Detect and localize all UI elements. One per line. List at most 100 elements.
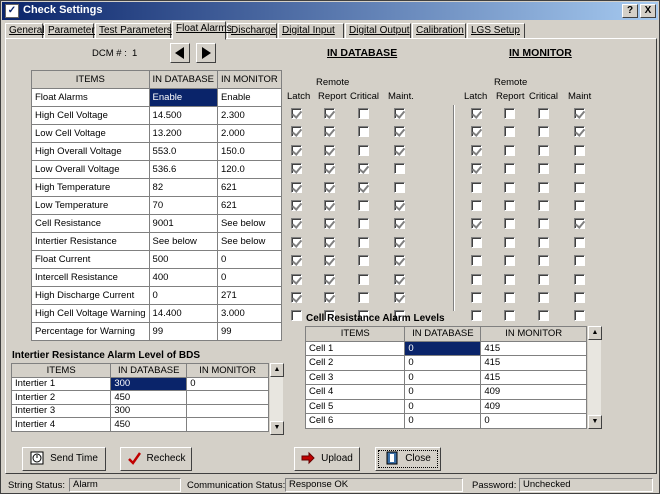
database-alarm-checkbox[interactable] xyxy=(394,292,405,303)
cell-value[interactable]: 0 xyxy=(404,355,482,371)
database-alarm-checkbox[interactable] xyxy=(358,108,369,119)
database-alarm-checkbox[interactable] xyxy=(394,163,405,174)
monitor-alarm-checkbox[interactable] xyxy=(471,145,482,156)
close-window-button[interactable]: X xyxy=(640,4,656,18)
database-alarm-checkbox[interactable] xyxy=(324,292,335,303)
cell-value[interactable]: 271 xyxy=(216,286,282,305)
monitor-alarm-checkbox[interactable] xyxy=(471,237,482,248)
scroll-up-arrow-icon[interactable]: ▲ xyxy=(270,363,284,377)
cell-value[interactable]: 415 xyxy=(480,340,587,356)
cell-value[interactable]: 0 xyxy=(404,384,482,400)
database-alarm-checkbox[interactable] xyxy=(291,108,302,119)
monitor-alarm-checkbox[interactable] xyxy=(538,218,549,229)
cell-value[interactable]: 14.400 xyxy=(148,304,218,323)
database-alarm-checkbox[interactable] xyxy=(358,274,369,285)
cell-value[interactable]: Enable xyxy=(216,88,282,107)
monitor-alarm-checkbox[interactable] xyxy=(538,200,549,211)
monitor-alarm-checkbox[interactable] xyxy=(538,255,549,266)
monitor-alarm-checkbox[interactable] xyxy=(471,200,482,211)
monitor-alarm-checkbox[interactable] xyxy=(574,108,585,119)
monitor-alarm-checkbox[interactable] xyxy=(504,274,515,285)
upload-button[interactable]: Upload xyxy=(294,447,360,471)
monitor-alarm-checkbox[interactable] xyxy=(574,274,585,285)
cell-value[interactable]: 0 xyxy=(216,250,282,269)
cell-value[interactable]: 415 xyxy=(480,355,587,371)
database-alarm-checkbox[interactable] xyxy=(394,126,405,137)
close-button[interactable]: Close xyxy=(375,447,441,471)
cell-value[interactable]: 0 xyxy=(480,413,587,429)
database-alarm-checkbox[interactable] xyxy=(358,292,369,303)
database-alarm-checkbox[interactable] xyxy=(394,145,405,156)
scroll-down-arrow-icon[interactable]: ▼ xyxy=(588,415,602,429)
database-alarm-checkbox[interactable] xyxy=(324,255,335,266)
cell-value[interactable]: 621 xyxy=(216,196,282,215)
monitor-alarm-checkbox[interactable] xyxy=(471,218,482,229)
monitor-alarm-checkbox[interactable] xyxy=(538,237,549,248)
monitor-alarm-checkbox[interactable] xyxy=(538,108,549,119)
monitor-alarm-checkbox[interactable] xyxy=(538,145,549,156)
tab-digital-output[interactable]: Digital Output xyxy=(345,23,411,39)
cell-value[interactable]: 400 xyxy=(148,268,218,287)
monitor-alarm-checkbox[interactable] xyxy=(471,182,482,193)
cell-value[interactable] xyxy=(186,417,269,432)
cell-value[interactable]: 415 xyxy=(480,369,587,385)
database-alarm-checkbox[interactable] xyxy=(291,126,302,137)
scroll-up-arrow-icon[interactable]: ▲ xyxy=(588,326,602,340)
monitor-alarm-checkbox[interactable] xyxy=(504,126,515,137)
database-alarm-checkbox[interactable] xyxy=(394,218,405,229)
database-alarm-checkbox[interactable] xyxy=(324,200,335,211)
database-alarm-checkbox[interactable] xyxy=(358,126,369,137)
monitor-alarm-checkbox[interactable] xyxy=(504,108,515,119)
monitor-alarm-checkbox[interactable] xyxy=(538,182,549,193)
cell-value[interactable]: 0 xyxy=(404,340,482,356)
cell-value[interactable]: 14.500 xyxy=(148,106,218,125)
cell-value[interactable]: 99 xyxy=(216,322,282,341)
scroll-down-arrow-icon[interactable]: ▼ xyxy=(270,421,284,435)
monitor-alarm-checkbox[interactable] xyxy=(538,274,549,285)
cell-value[interactable]: 300 xyxy=(110,403,188,418)
monitor-alarm-checkbox[interactable] xyxy=(574,126,585,137)
database-alarm-checkbox[interactable] xyxy=(324,163,335,174)
database-alarm-checkbox[interactable] xyxy=(291,237,302,248)
database-alarm-checkbox[interactable] xyxy=(291,218,302,229)
cell-value[interactable]: 409 xyxy=(480,398,587,414)
monitor-alarm-checkbox[interactable] xyxy=(504,200,515,211)
monitor-alarm-checkbox[interactable] xyxy=(504,255,515,266)
monitor-alarm-checkbox[interactable] xyxy=(574,255,585,266)
database-alarm-checkbox[interactable] xyxy=(324,108,335,119)
cell-value[interactable]: 3.000 xyxy=(216,304,282,323)
cell-value[interactable] xyxy=(186,390,269,405)
database-alarm-checkbox[interactable] xyxy=(358,182,369,193)
cell-value[interactable]: 70 xyxy=(148,196,218,215)
cell-value[interactable]: 621 xyxy=(216,178,282,197)
cell-value[interactable]: 553.0 xyxy=(148,142,218,161)
tab-test-parameters[interactable]: Test Parameters xyxy=(95,23,172,39)
cell-value[interactable]: 150.0 xyxy=(216,142,282,161)
monitor-alarm-checkbox[interactable] xyxy=(574,292,585,303)
tab-general[interactable]: General xyxy=(5,23,45,39)
monitor-alarm-checkbox[interactable] xyxy=(574,200,585,211)
monitor-alarm-checkbox[interactable] xyxy=(504,145,515,156)
cell-value[interactable]: See below xyxy=(216,232,282,251)
database-alarm-checkbox[interactable] xyxy=(324,182,335,193)
database-alarm-checkbox[interactable] xyxy=(358,255,369,266)
database-alarm-checkbox[interactable] xyxy=(394,108,405,119)
tab-calibration[interactable]: Calibration xyxy=(412,23,466,39)
tab-discharge[interactable]: Discharge xyxy=(227,23,277,39)
cell-value[interactable]: 0 xyxy=(148,286,218,305)
cell-value[interactable]: 120.0 xyxy=(216,160,282,179)
database-alarm-checkbox[interactable] xyxy=(394,182,405,193)
cell-value[interactable]: See below xyxy=(148,232,218,251)
cell-value[interactable]: Enable xyxy=(148,88,218,107)
monitor-alarm-checkbox[interactable] xyxy=(574,182,585,193)
monitor-alarm-checkbox[interactable] xyxy=(471,255,482,266)
monitor-alarm-checkbox[interactable] xyxy=(471,310,482,321)
next-dcm-button[interactable] xyxy=(196,43,216,63)
previous-dcm-button[interactable] xyxy=(170,43,190,63)
database-alarm-checkbox[interactable] xyxy=(324,145,335,156)
monitor-alarm-checkbox[interactable] xyxy=(471,292,482,303)
database-alarm-checkbox[interactable] xyxy=(358,163,369,174)
database-alarm-checkbox[interactable] xyxy=(358,218,369,229)
cell-value[interactable]: 536.6 xyxy=(148,160,218,179)
monitor-alarm-checkbox[interactable] xyxy=(471,126,482,137)
